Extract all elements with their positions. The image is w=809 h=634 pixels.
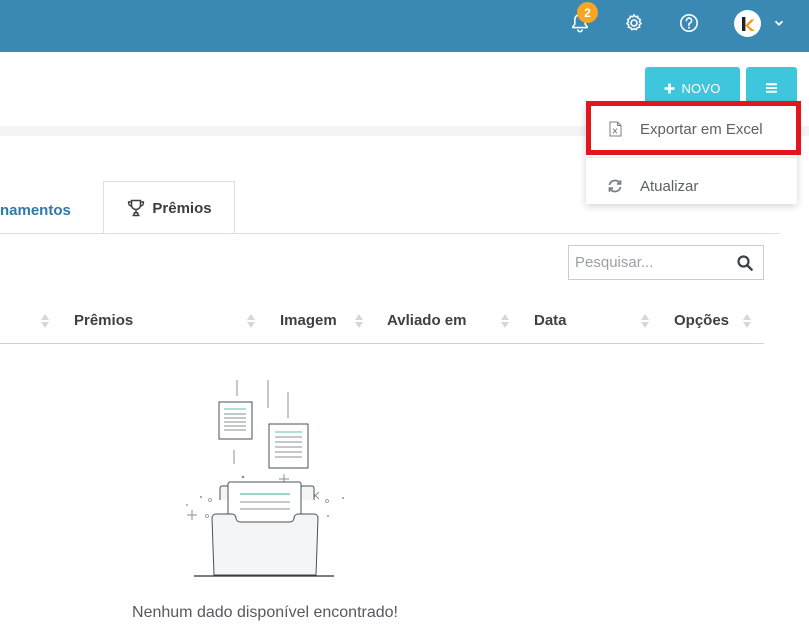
column-header-premios[interactable]: Prêmios: [74, 312, 133, 329]
tab-premios-label: Prêmios: [152, 199, 212, 217]
trophy-icon: [128, 199, 145, 217]
sort-icon[interactable]: [354, 312, 364, 332]
user-menu-toggle[interactable]: [773, 16, 785, 34]
user-logo-icon: [741, 16, 755, 31]
chevron-down-icon: [774, 20, 784, 26]
column-header-opcoes[interactable]: Opções: [674, 312, 729, 329]
sort-icon[interactable]: [742, 312, 752, 332]
plus-icon: [664, 83, 675, 93]
search-button[interactable]: [737, 255, 753, 276]
menu-separator: [586, 157, 797, 158]
help-button[interactable]: [676, 10, 702, 36]
search-box: [568, 245, 764, 280]
search-icon: [737, 255, 753, 271]
column-header-data[interactable]: Data: [534, 312, 567, 329]
sort-icon[interactable]: [40, 312, 50, 332]
sort-icon[interactable]: [246, 312, 256, 332]
top-navbar: 2: [0, 0, 809, 52]
search-input[interactable]: [569, 254, 727, 271]
notification-badge: 2: [577, 2, 598, 23]
hamburger-icon: [766, 83, 777, 93]
column-header-imagem[interactable]: Imagem: [280, 312, 337, 329]
settings-button[interactable]: [621, 10, 647, 36]
user-avatar[interactable]: [734, 10, 761, 37]
gear-icon: [626, 14, 642, 31]
sort-icon[interactable]: [500, 312, 510, 332]
refresh-icon: [608, 179, 622, 193]
column-header-avaliado-em[interactable]: Avliado em: [387, 312, 466, 329]
empty-state-message: Nenhum dado disponível encontrado!: [132, 604, 398, 621]
help-icon: [680, 14, 698, 32]
tab-premios[interactable]: Prêmios: [103, 181, 235, 234]
new-button-label: NOVO: [681, 80, 721, 96]
sort-icon[interactable]: [640, 312, 650, 332]
highlight-box: [586, 101, 801, 155]
menu-item-refresh-label: Atualizar: [640, 177, 699, 195]
menu-item-refresh[interactable]: Atualizar: [586, 164, 797, 208]
table-header-divider: [0, 343, 764, 344]
tabs-underline: [0, 233, 780, 234]
tab-classificacoes[interactable]: namentos: [0, 202, 71, 219]
empty-folder-illustration: [186, 380, 344, 577]
